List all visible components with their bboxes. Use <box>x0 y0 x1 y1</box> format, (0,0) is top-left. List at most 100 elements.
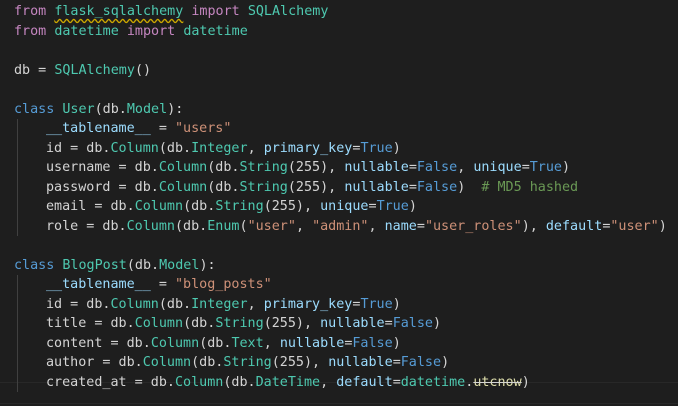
code-token: utcnow <box>473 374 522 390</box>
code-token: Column <box>134 316 184 331</box>
code-token: = db. <box>110 179 159 195</box>
code-line[interactable]: id = db.Column(db.Integer, primary_key=T… <box>14 294 678 314</box>
code-token: primary_key <box>263 140 353 156</box>
code-token: from <box>14 23 55 39</box>
code-token: nullable <box>344 160 409 175</box>
code-token: datetime <box>400 374 466 390</box>
code-token: ( <box>239 218 248 234</box>
code-token: Model <box>126 101 168 117</box>
code-line[interactable]: id = db.Column(db.Integer, primary_key=T… <box>14 138 678 158</box>
code-token: (db. <box>223 374 256 390</box>
code-token: author <box>46 355 95 370</box>
code-line[interactable]: class BlogPost(db.Model): <box>14 256 678 276</box>
code-token: (db. <box>126 257 160 273</box>
code-token: "users" <box>175 121 232 136</box>
code-token: db = <box>14 62 55 78</box>
code-token: Column <box>134 199 184 214</box>
code-area[interactable]: from flask_sqlalchemy import SQLAlchemy f… <box>14 2 678 392</box>
code-token: from <box>14 4 55 19</box>
code-token: Integer <box>191 296 248 312</box>
indent-guide <box>17 216 18 236</box>
code-token: = <box>408 179 417 195</box>
code-token: = <box>150 277 175 292</box>
code-token: (db. <box>207 160 240 175</box>
code-token: Column <box>110 140 159 156</box>
code-token: ): <box>199 257 216 273</box>
code-token: SQLAlchemy <box>54 62 135 78</box>
code-line[interactable]: created_at = db.Column(db.DateTime, defa… <box>14 372 678 392</box>
code-token: ) <box>562 160 571 175</box>
code-token: default <box>336 374 393 390</box>
code-token: Column <box>150 335 200 351</box>
code-line[interactable]: __tablename__ = "blog_posts" <box>14 275 678 295</box>
code-line[interactable]: author = db.Column(db.String(255), nulla… <box>14 353 678 373</box>
code-token: True <box>529 160 562 175</box>
code-token: , <box>247 140 264 156</box>
code-line[interactable]: __tablename__ = "users" <box>14 119 678 139</box>
code-token: id <box>46 140 63 156</box>
code-token: (255), <box>287 179 345 195</box>
code-token: username <box>46 160 111 175</box>
code-token: name <box>384 218 417 234</box>
code-token: class <box>14 101 63 117</box>
code-token: User <box>62 101 95 117</box>
code-token: datetime <box>54 23 119 39</box>
code-token: ), <box>521 218 546 234</box>
indent-guide <box>17 138 18 158</box>
code-token: id <box>46 296 63 312</box>
code-token: class <box>14 257 63 273</box>
code-token: (db. <box>191 355 224 370</box>
indent-guide <box>17 372 18 392</box>
code-line[interactable] <box>14 236 678 256</box>
code-token: (db. <box>158 140 192 156</box>
indent-guide <box>17 197 18 217</box>
code-token: role <box>46 218 79 234</box>
indent-guide <box>17 177 18 197</box>
code-token: Integer <box>191 140 248 156</box>
code-token: = <box>521 160 530 175</box>
code-line[interactable]: from flask_sqlalchemy import SQLAlchemy <box>14 2 678 22</box>
code-token: Model <box>159 257 200 273</box>
code-token: datetime <box>183 23 248 39</box>
code-token: __tablename__ <box>46 277 151 292</box>
code-token: unique <box>473 160 522 175</box>
code-token: False <box>416 179 458 195</box>
code-token: = <box>408 160 417 175</box>
code-line[interactable]: role = db.Column(db.Enum("user", "admin"… <box>14 216 678 236</box>
code-token: ) <box>392 140 401 156</box>
code-token: (db. <box>183 199 216 214</box>
code-token: = db. <box>62 140 111 156</box>
indent-guide <box>17 333 18 353</box>
code-token: = db. <box>86 316 135 331</box>
code-token: DateTime <box>255 374 321 390</box>
code-line[interactable]: from datetime import datetime <box>14 22 678 42</box>
code-token: , <box>457 160 474 175</box>
code-token: (255), <box>271 355 329 370</box>
code-token: flask_sqlalchemy <box>54 4 184 19</box>
code-line[interactable]: class User(db.Model): <box>14 100 678 120</box>
code-token: True <box>360 140 393 156</box>
code-token: primary_key <box>263 296 353 312</box>
code-token: = <box>392 374 401 390</box>
code-line[interactable]: email = db.Column(db.String(255), unique… <box>14 197 678 217</box>
code-token: = <box>384 316 393 331</box>
code-line[interactable]: username = db.Column(db.String(255), nul… <box>14 158 678 178</box>
code-token: ) <box>392 296 401 312</box>
code-token: # MD5 hashed <box>481 179 579 195</box>
code-line[interactable] <box>14 80 678 100</box>
code-line[interactable] <box>14 41 678 61</box>
code-line[interactable]: content = db.Column(db.Text, nullable=Fa… <box>14 333 678 353</box>
code-token: True <box>360 296 393 312</box>
code-token: = db. <box>94 355 143 370</box>
code-token: ) <box>392 335 401 351</box>
code-line[interactable]: title = db.Column(db.String(255), nullab… <box>14 314 678 334</box>
code-token: () <box>134 62 152 78</box>
code-line[interactable]: db = SQLAlchemy() <box>14 61 678 81</box>
code-editor[interactable]: from flask_sqlalchemy import SQLAlchemy f… <box>0 0 678 406</box>
code-token: = <box>150 121 175 136</box>
code-line[interactable]: password = db.Column(db.String(255), nul… <box>14 177 678 197</box>
code-token: False <box>352 335 393 351</box>
code-token: Column <box>158 179 208 195</box>
code-token: SQLAlchemy <box>247 4 329 19</box>
code-token: ) <box>521 374 530 390</box>
